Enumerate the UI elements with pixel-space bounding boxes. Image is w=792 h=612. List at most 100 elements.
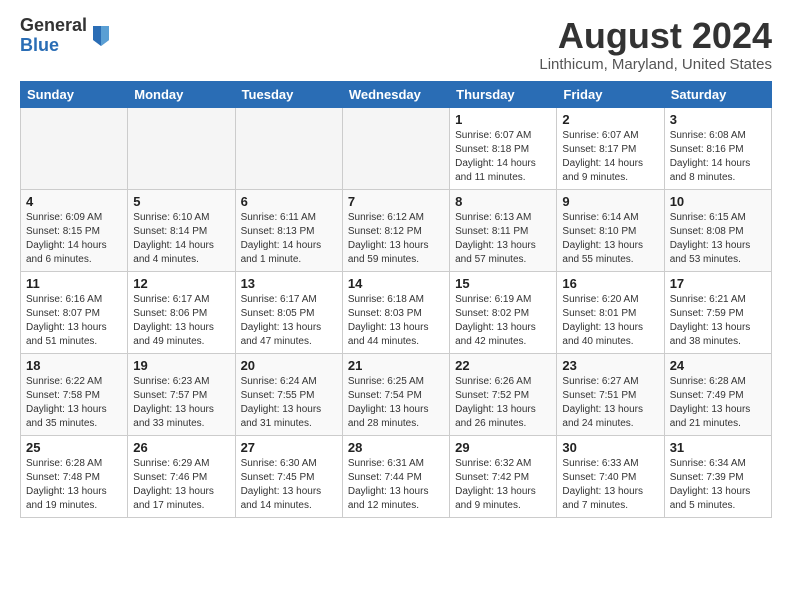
cell-content: Sunrise: 6:34 AMSunset: 7:39 PMDaylight:… xyxy=(670,457,766,513)
calendar-cell: 28 Sunrise: 6:31 AMSunset: 7:44 PMDayligh… xyxy=(342,435,449,517)
logo: General Blue xyxy=(20,16,113,56)
calendar-cell: 30Sunrise: 6:33 AMSunset: 7:40 PMDayligh… xyxy=(557,435,664,517)
day-number: 14 xyxy=(348,276,444,291)
calendar-cell: 13 Sunrise: 6:17 AMSunset: 8:05 PMDayligh… xyxy=(235,271,342,353)
day-number: 23 xyxy=(562,358,658,373)
cell-content: Sunrise: 6:31 AMSunset: 7:44 PMDaylight:… xyxy=(348,457,444,513)
cell-content: Sunrise: 6:10 AMSunset: 8:14 PMDaylight:… xyxy=(133,211,229,267)
calendar-cell: 19 Sunrise: 6:23 AMSunset: 7:57 PMDayligh… xyxy=(128,353,235,435)
logo-general: General xyxy=(20,16,87,36)
calendar-cell xyxy=(342,107,449,189)
cell-content: Sunrise: 6:12 AMSunset: 8:12 PMDaylight:… xyxy=(348,211,444,267)
cell-content: Sunrise: 6:29 AMSunset: 7:46 PMDaylight:… xyxy=(133,457,229,513)
calendar-cell xyxy=(21,107,128,189)
cell-content: Sunrise: 6:25 AMSunset: 7:54 PMDaylight:… xyxy=(348,375,444,431)
calendar-cell xyxy=(235,107,342,189)
day-number: 13 xyxy=(241,276,337,291)
cell-content: Sunrise: 6:19 AMSunset: 8:02 PMDaylight:… xyxy=(455,293,551,349)
calendar-cell: 22Sunrise: 6:26 AMSunset: 7:52 PMDayligh… xyxy=(450,353,557,435)
calendar-cell: 2 Sunrise: 6:07 AMSunset: 8:17 PMDaylight… xyxy=(557,107,664,189)
cell-content: Sunrise: 6:17 AMSunset: 8:05 PMDaylight:… xyxy=(241,293,337,349)
day-number: 26 xyxy=(133,440,229,455)
calendar-cell: 11 Sunrise: 6:16 AMSunset: 8:07 PMDayligh… xyxy=(21,271,128,353)
calendar-cell: 29 Sunrise: 6:32 AMSunset: 7:42 PMDayligh… xyxy=(450,435,557,517)
day-number: 19 xyxy=(133,358,229,373)
day-number: 2 xyxy=(562,112,658,127)
calendar-table: SundayMondayTuesdayWednesdayThursdayFrid… xyxy=(20,81,772,518)
cell-content: Sunrise: 6:11 AMSunset: 8:13 PMDaylight:… xyxy=(241,211,337,267)
day-number: 9 xyxy=(562,194,658,209)
cell-content: Sunrise: 6:27 AMSunset: 7:51 PMDaylight:… xyxy=(562,375,658,431)
calendar-cell: 9Sunrise: 6:14 AMSunset: 8:10 PMDaylight… xyxy=(557,189,664,271)
cell-content: Sunrise: 6:30 AMSunset: 7:45 PMDaylight:… xyxy=(241,457,337,513)
cell-content: Sunrise: 6:17 AMSunset: 8:06 PMDaylight:… xyxy=(133,293,229,349)
calendar-cell: 7 Sunrise: 6:12 AMSunset: 8:12 PMDaylight… xyxy=(342,189,449,271)
day-number: 18 xyxy=(26,358,122,373)
week-row-3: 11 Sunrise: 6:16 AMSunset: 8:07 PMDayligh… xyxy=(21,271,772,353)
week-row-5: 25 Sunrise: 6:28 AMSunset: 7:48 PMDayligh… xyxy=(21,435,772,517)
cell-content: Sunrise: 6:32 AMSunset: 7:42 PMDaylight:… xyxy=(455,457,551,513)
month-title: August 2024 xyxy=(539,16,772,56)
day-number: 1 xyxy=(455,112,551,127)
cell-content: Sunrise: 6:22 AMSunset: 7:58 PMDaylight:… xyxy=(26,375,122,431)
cell-content: Sunrise: 6:16 AMSunset: 8:07 PMDaylight:… xyxy=(26,293,122,349)
calendar-cell: 20 Sunrise: 6:24 AMSunset: 7:55 PMDayligh… xyxy=(235,353,342,435)
col-header-thursday: Thursday xyxy=(450,81,557,107)
cell-content: Sunrise: 6:28 AMSunset: 7:48 PMDaylight:… xyxy=(26,457,122,513)
cell-content: Sunrise: 6:23 AMSunset: 7:57 PMDaylight:… xyxy=(133,375,229,431)
col-header-friday: Friday xyxy=(557,81,664,107)
day-number: 8 xyxy=(455,194,551,209)
calendar-cell xyxy=(128,107,235,189)
cell-content: Sunrise: 6:18 AMSunset: 8:03 PMDaylight:… xyxy=(348,293,444,349)
col-header-monday: Monday xyxy=(128,81,235,107)
calendar-cell: 31Sunrise: 6:34 AMSunset: 7:39 PMDayligh… xyxy=(664,435,771,517)
day-number: 27 xyxy=(241,440,337,455)
col-header-sunday: Sunday xyxy=(21,81,128,107)
location: Linthicum, Maryland, United States xyxy=(539,56,772,73)
day-number: 21 xyxy=(348,358,444,373)
day-number: 11 xyxy=(26,276,122,291)
calendar-cell: 25 Sunrise: 6:28 AMSunset: 7:48 PMDayligh… xyxy=(21,435,128,517)
calendar-cell: 26 Sunrise: 6:29 AMSunset: 7:46 PMDayligh… xyxy=(128,435,235,517)
day-number: 15 xyxy=(455,276,551,291)
logo-icon xyxy=(89,22,113,50)
cell-content: Sunrise: 6:24 AMSunset: 7:55 PMDaylight:… xyxy=(241,375,337,431)
calendar-cell: 21 Sunrise: 6:25 AMSunset: 7:54 PMDayligh… xyxy=(342,353,449,435)
day-number: 25 xyxy=(26,440,122,455)
day-number: 5 xyxy=(133,194,229,209)
title-area: August 2024 Linthicum, Maryland, United … xyxy=(539,16,772,73)
calendar-cell: 10Sunrise: 6:15 AMSunset: 8:08 PMDayligh… xyxy=(664,189,771,271)
week-row-1: 1 Sunrise: 6:07 AMSunset: 8:18 PMDaylight… xyxy=(21,107,772,189)
logo-blue: Blue xyxy=(20,36,87,56)
cell-content: Sunrise: 6:07 AMSunset: 8:17 PMDaylight:… xyxy=(562,129,658,185)
day-number: 6 xyxy=(241,194,337,209)
day-number: 28 xyxy=(348,440,444,455)
calendar-cell: 3Sunrise: 6:08 AMSunset: 8:16 PMDaylight… xyxy=(664,107,771,189)
cell-content: Sunrise: 6:13 AMSunset: 8:11 PMDaylight:… xyxy=(455,211,551,267)
cell-content: Sunrise: 6:09 AMSunset: 8:15 PMDaylight:… xyxy=(26,211,122,267)
cell-content: Sunrise: 6:20 AMSunset: 8:01 PMDaylight:… xyxy=(562,293,658,349)
col-header-wednesday: Wednesday xyxy=(342,81,449,107)
day-number: 29 xyxy=(455,440,551,455)
day-number: 20 xyxy=(241,358,337,373)
calendar-cell: 16 Sunrise: 6:20 AMSunset: 8:01 PMDayligh… xyxy=(557,271,664,353)
cell-content: Sunrise: 6:21 AMSunset: 7:59 PMDaylight:… xyxy=(670,293,766,349)
day-number: 3 xyxy=(670,112,766,127)
cell-content: Sunrise: 6:07 AMSunset: 8:18 PMDaylight:… xyxy=(455,129,551,185)
day-number: 16 xyxy=(562,276,658,291)
day-number: 7 xyxy=(348,194,444,209)
cell-content: Sunrise: 6:33 AMSunset: 7:40 PMDaylight:… xyxy=(562,457,658,513)
header: General Blue August 2024 Linthicum, Mary… xyxy=(20,16,772,73)
header-row: SundayMondayTuesdayWednesdayThursdayFrid… xyxy=(21,81,772,107)
week-row-4: 18 Sunrise: 6:22 AMSunset: 7:58 PMDayligh… xyxy=(21,353,772,435)
day-number: 4 xyxy=(26,194,122,209)
calendar-cell: 6 Sunrise: 6:11 AMSunset: 8:13 PMDaylight… xyxy=(235,189,342,271)
col-header-tuesday: Tuesday xyxy=(235,81,342,107)
day-number: 22 xyxy=(455,358,551,373)
calendar-cell: 27 Sunrise: 6:30 AMSunset: 7:45 PMDayligh… xyxy=(235,435,342,517)
calendar-cell: 5 Sunrise: 6:10 AMSunset: 8:14 PMDaylight… xyxy=(128,189,235,271)
calendar-cell: 8 Sunrise: 6:13 AMSunset: 8:11 PMDaylight… xyxy=(450,189,557,271)
day-number: 24 xyxy=(670,358,766,373)
day-number: 17 xyxy=(670,276,766,291)
week-row-2: 4 Sunrise: 6:09 AMSunset: 8:15 PMDaylight… xyxy=(21,189,772,271)
